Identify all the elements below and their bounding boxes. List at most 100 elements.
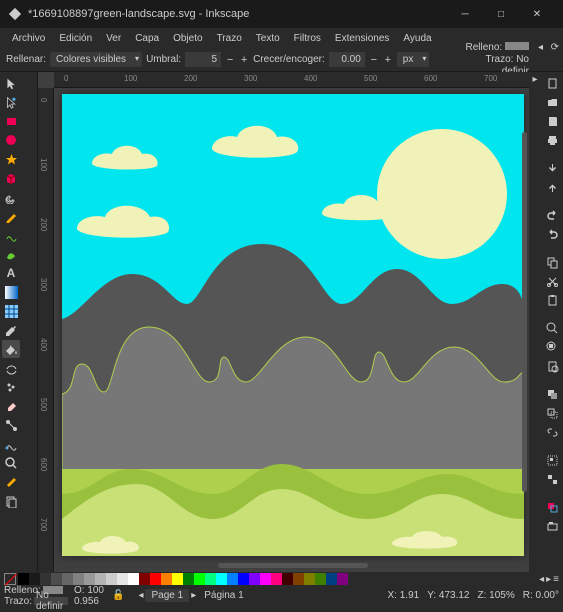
swatch[interactable] <box>40 573 51 585</box>
swatch[interactable] <box>62 573 73 585</box>
duplicate-icon[interactable] <box>543 385 561 403</box>
swatch[interactable] <box>150 573 161 585</box>
status-stroke-swatch[interactable]: No definir <box>34 597 68 605</box>
swatch[interactable] <box>282 573 293 585</box>
calligraphy-tool[interactable] <box>2 245 20 263</box>
object-props-icon[interactable] <box>543 517 561 535</box>
swatch[interactable] <box>183 573 194 585</box>
canvas[interactable] <box>62 94 524 556</box>
undo-icon[interactable] <box>543 206 561 224</box>
close-button[interactable]: ✕ <box>519 0 555 28</box>
bezier-tool[interactable] <box>2 226 20 244</box>
swatch[interactable] <box>293 573 304 585</box>
menu-filters[interactable]: Filtros <box>288 31 327 46</box>
menu-view[interactable]: Ver <box>100 31 127 46</box>
swatch[interactable] <box>205 573 216 585</box>
swatch[interactable] <box>18 573 29 585</box>
collapse-icon[interactable]: ◂ <box>538 42 543 53</box>
menu-file[interactable]: Archivo <box>6 31 51 46</box>
fill-stroke-icon[interactable] <box>543 498 561 516</box>
text-tool[interactable]: A <box>2 264 20 282</box>
gradient-tool[interactable] <box>2 283 20 301</box>
unit-dropdown[interactable]: px <box>397 52 430 67</box>
swatch[interactable] <box>106 573 117 585</box>
scrollbar-horizontal[interactable] <box>218 563 368 568</box>
snap-bar[interactable] <box>22 72 38 572</box>
menu-text[interactable]: Texto <box>250 31 286 46</box>
swatch[interactable] <box>139 573 150 585</box>
star-tool[interactable] <box>2 150 20 168</box>
maximize-button[interactable]: □ <box>483 0 519 28</box>
3dbox-tool[interactable] <box>2 169 20 187</box>
eraser-tool[interactable] <box>2 397 20 415</box>
zoom-page-icon[interactable] <box>543 357 561 375</box>
group-icon[interactable] <box>543 451 561 469</box>
mesh-tool[interactable] <box>2 302 20 320</box>
pages-tool[interactable] <box>2 492 20 510</box>
swatch[interactable] <box>216 573 227 585</box>
threshold-plus[interactable]: + <box>239 54 249 66</box>
scrollbar-vertical[interactable] <box>522 132 527 492</box>
print-icon[interactable] <box>543 131 561 149</box>
zoom-draw-icon[interactable] <box>543 338 561 356</box>
swatch[interactable] <box>117 573 128 585</box>
grow-minus[interactable]: − <box>369 54 379 66</box>
lock-icon[interactable]: 🔓 <box>112 590 124 601</box>
save-icon[interactable] <box>543 112 561 130</box>
tweak-tool[interactable] <box>2 359 20 377</box>
swatch[interactable] <box>161 573 172 585</box>
dropper-tool[interactable] <box>2 321 20 339</box>
canvas-area[interactable]: 0100200300400500600700 01002003004005006… <box>38 72 529 572</box>
grow-plus[interactable]: + <box>383 54 393 66</box>
swatch[interactable] <box>172 573 183 585</box>
refresh-icon[interactable]: ⟳ <box>551 42 559 53</box>
fill-mode-dropdown[interactable]: Colores visibles <box>50 52 142 67</box>
palette-scroll-left[interactable]: ◂ <box>539 574 544 585</box>
threshold-input[interactable] <box>185 52 221 67</box>
ruler-horizontal[interactable]: 0100200300400500600700 <box>54 72 529 88</box>
menu-path[interactable]: Trazo <box>211 31 248 46</box>
swatch[interactable] <box>260 573 271 585</box>
new-doc-icon[interactable] <box>543 74 561 92</box>
swatch[interactable] <box>227 573 238 585</box>
page-next-icon[interactable]: ▸ <box>191 590 196 601</box>
paintbucket-tool[interactable] <box>2 340 20 358</box>
swatch[interactable] <box>29 573 40 585</box>
pencil-tool[interactable] <box>2 207 20 225</box>
ellipse-tool[interactable] <box>2 131 20 149</box>
import-icon[interactable] <box>543 159 561 177</box>
paste-icon[interactable] <box>543 291 561 309</box>
swatch[interactable] <box>304 573 315 585</box>
swatch-none[interactable] <box>4 573 16 585</box>
node-tool[interactable] <box>2 93 20 111</box>
lpe-tool[interactable] <box>2 435 20 453</box>
selector-tool[interactable] <box>2 74 20 92</box>
measure-tool[interactable] <box>2 473 20 491</box>
page-indicator[interactable]: Page 1 <box>145 589 189 602</box>
grow-input[interactable] <box>329 52 365 67</box>
swatch[interactable] <box>95 573 106 585</box>
menu-extensions[interactable]: Extensiones <box>329 31 395 46</box>
swatch[interactable] <box>315 573 326 585</box>
swatch[interactable] <box>194 573 205 585</box>
export-icon[interactable] <box>543 178 561 196</box>
menu-edit[interactable]: Edición <box>53 31 98 46</box>
unlink-clone-icon[interactable] <box>543 423 561 441</box>
rect-tool[interactable] <box>2 112 20 130</box>
palette-menu-icon[interactable]: ≡ <box>553 574 559 585</box>
swatch[interactable] <box>326 573 337 585</box>
clone-icon[interactable] <box>543 404 561 422</box>
swatch[interactable] <box>73 573 84 585</box>
expand-icon[interactable]: ▸ <box>532 74 537 85</box>
minimize-button[interactable]: ─ <box>447 0 483 28</box>
menu-object[interactable]: Objeto <box>167 31 208 46</box>
connector-tool[interactable] <box>2 416 20 434</box>
palette-scroll-right[interactable]: ▸ <box>546 574 551 585</box>
spray-tool[interactable] <box>2 378 20 396</box>
spiral-tool[interactable] <box>2 188 20 206</box>
swatch[interactable] <box>51 573 62 585</box>
menu-help[interactable]: Ayuda <box>397 31 437 46</box>
menu-layer[interactable]: Capa <box>129 31 165 46</box>
zoom-sel-icon[interactable] <box>543 319 561 337</box>
cut-icon[interactable] <box>543 272 561 290</box>
